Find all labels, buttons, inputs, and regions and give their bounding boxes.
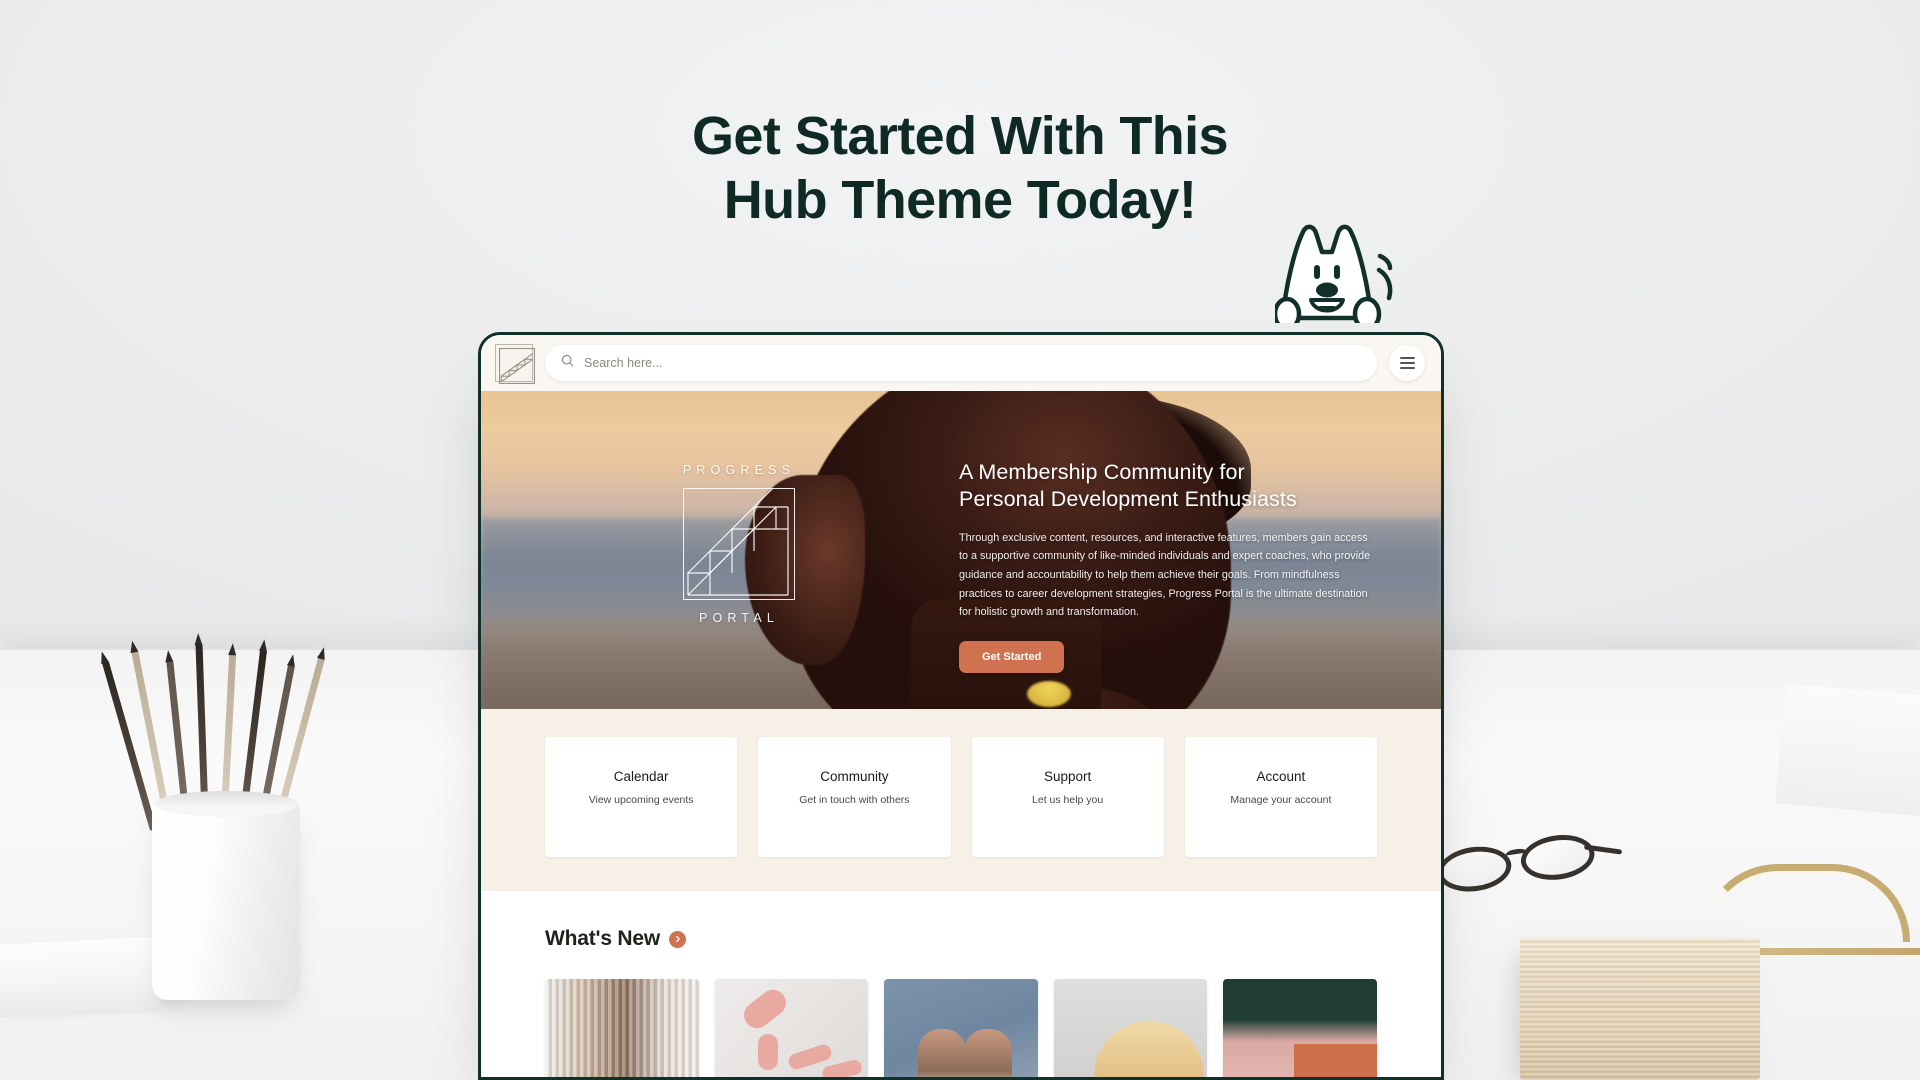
site-header: Search here...	[481, 335, 1441, 391]
whats-new-section: What's New	[481, 891, 1441, 1077]
browser-mockup: Search here... PROGRESS PORTAL A Members…	[478, 332, 1444, 1080]
quick-link-card-calendar[interactable]: Calendar View upcoming events	[545, 737, 738, 857]
search-icon	[561, 354, 574, 372]
card-title: Account	[1256, 769, 1306, 784]
hero-copy: A Membership Community for Personal Deve…	[959, 459, 1379, 673]
thumbnail-card[interactable]	[1053, 979, 1208, 1077]
quick-link-card-account[interactable]: Account Manage your account	[1184, 737, 1377, 857]
quick-link-card-community[interactable]: Community Get in touch with others	[758, 737, 951, 857]
hero-body-text: Through exclusive content, resources, an…	[959, 531, 1371, 619]
notebook-secondary	[0, 971, 161, 1019]
card-title: Community	[820, 769, 889, 784]
hero-title-line-1: A Membership Community for	[959, 460, 1245, 484]
card-subtitle: Let us help you	[1032, 794, 1104, 806]
whats-new-title: What's New	[545, 927, 661, 950]
brand-word-top: PROGRESS	[682, 463, 796, 477]
whats-new-header[interactable]: What's New	[545, 927, 1377, 951]
page-title: Get Started With This Hub Theme Today!	[0, 104, 1920, 233]
chevron-right-icon[interactable]	[669, 930, 687, 948]
card-subtitle: Get in touch with others	[799, 794, 910, 806]
bunny-mascot-icon	[1272, 218, 1393, 332]
thumbnail-card[interactable]	[545, 979, 699, 1077]
hero-title: A Membership Community for Personal Deve…	[959, 459, 1379, 514]
thumbnail-card[interactable]	[714, 979, 869, 1077]
progress-portal-brandmark: PROGRESS PORTAL	[659, 463, 819, 625]
wooden-block	[1520, 938, 1760, 1080]
quick-links-section: Calendar View upcoming events Community …	[481, 709, 1441, 891]
search-bar[interactable]: Search here...	[545, 345, 1377, 381]
page-title-line-2: Hub Theme Today!	[723, 170, 1197, 231]
thumbnail-card[interactable]	[884, 979, 1038, 1077]
hero-yellow-accent	[1027, 681, 1071, 707]
quick-link-card-support[interactable]: Support Let us help you	[971, 737, 1164, 857]
page-title-line-1: Get Started With This	[692, 106, 1229, 166]
brand-word-bottom: PORTAL	[698, 611, 780, 625]
staircase-icon	[683, 484, 795, 600]
card-title: Calendar	[613, 769, 669, 784]
paper-right	[1775, 683, 1920, 817]
hamburger-menu-icon	[1399, 355, 1415, 371]
card-title: Support	[1043, 769, 1092, 784]
whats-new-thumbnails	[545, 979, 1377, 1077]
card-subtitle: View upcoming events	[588, 794, 694, 806]
quick-links-row: Calendar View upcoming events Community …	[481, 737, 1441, 857]
hero-section: PROGRESS PORTAL A Membership Community f…	[481, 391, 1441, 709]
card-subtitle: Manage your account	[1230, 794, 1332, 806]
stairs-logo-icon[interactable]	[495, 344, 535, 384]
search-input-placeholder[interactable]: Search here...	[584, 356, 663, 370]
get-started-button[interactable]: Get Started	[959, 640, 1065, 673]
hero-title-line-2: Personal Development Enthusiasts	[959, 487, 1297, 512]
thumbnail-card[interactable]	[1223, 979, 1377, 1077]
hamburger-menu-button[interactable]	[1389, 345, 1425, 381]
pencil-cup	[152, 791, 300, 1000]
